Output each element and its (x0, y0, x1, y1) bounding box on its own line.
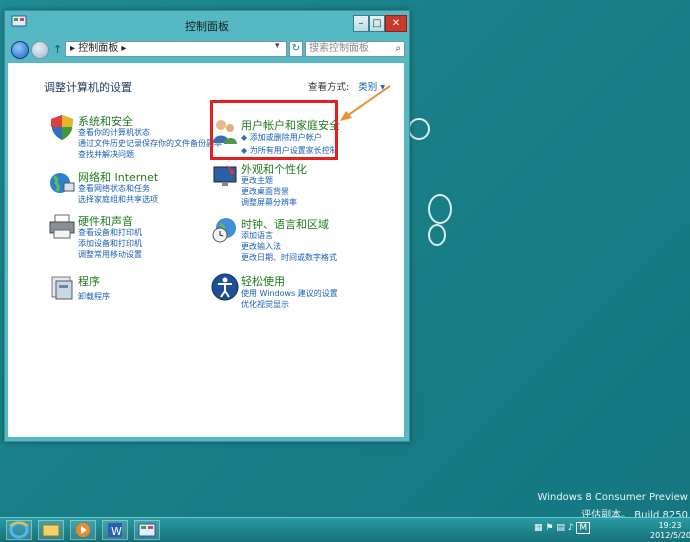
category-link[interactable]: 查看网络状态和任务 (78, 183, 150, 194)
flag-icon[interactable]: ⚑ (545, 523, 553, 533)
category-title[interactable]: 程序 (78, 273, 100, 289)
up-button[interactable]: ↑ (53, 43, 62, 56)
back-button[interactable] (11, 41, 29, 59)
shield-icon (51, 115, 73, 140)
address-field[interactable]: ▸ 控制面板 ▸ (65, 41, 287, 57)
category-network-internet: 网络和 Internet 查看网络状态和任务 选择家庭组和共享选项 (48, 169, 208, 209)
maximize-button[interactable]: □ (369, 15, 385, 32)
close-button[interactable]: ✕ (385, 15, 407, 32)
category-link[interactable]: 添加语言 (241, 230, 273, 241)
search-placeholder: 搜索控制面板 (309, 43, 369, 54)
annotation-arrow (340, 85, 391, 121)
accessibility-icon (211, 273, 239, 301)
network-icon[interactable]: ▤ (556, 523, 565, 533)
search-input[interactable]: 搜索控制面板 ⌕ (305, 41, 405, 57)
clock-globe-icon (212, 218, 236, 243)
category-title[interactable]: 轻松使用 (241, 273, 285, 289)
breadcrumb: ▸ 控制面板 ▸ (70, 43, 127, 54)
internet-explorer-icon[interactable] (6, 520, 32, 540)
printer-icon (49, 214, 75, 239)
taskbar: W ▦ ⚑ ▤ ♪ M 19:23 2012/5/20 (0, 517, 690, 542)
category-link[interactable]: 更改桌面背景 (241, 186, 289, 197)
category-link[interactable]: 查找并解决问题 (78, 149, 134, 160)
category-link[interactable]: 更改主题 (241, 175, 273, 186)
category-link[interactable]: 查看你的计算机状态 (78, 127, 150, 138)
category-programs: 程序 卸载程序 (48, 273, 208, 307)
programs-icon (51, 276, 73, 300)
system-tray: ▦ ⚑ ▤ ♪ M (534, 522, 591, 534)
category-link[interactable]: 使用 Windows 建议的设置 (241, 288, 338, 299)
category-appearance: 外观和个性化 更改主题 更改桌面背景 调整屏幕分辨率 (211, 161, 351, 211)
minimize-button[interactable]: – (353, 15, 369, 32)
category-link[interactable]: 卸载程序 (78, 291, 110, 302)
input-language-indicator[interactable]: M (576, 522, 591, 534)
category-link[interactable]: 优化视觉显示 (241, 299, 289, 310)
category-link[interactable]: 添加设备和打印机 (78, 238, 142, 249)
category-link[interactable]: 通过文件历史记录保存你的文件备份副本 (78, 138, 222, 149)
category-link[interactable]: 查看设备和打印机 (78, 227, 142, 238)
window-title: 控制面板 (185, 20, 229, 33)
file-explorer-icon[interactable] (38, 520, 64, 540)
forward-button[interactable] (31, 41, 49, 59)
keyboard-icon[interactable]: ▦ (534, 523, 543, 533)
clock-time: 19:23 (658, 521, 682, 530)
address-bar: ↑ ▸ 控制面板 ▸ ▾ ↻ 搜索控制面板 ⌕ (5, 37, 409, 61)
category-ease-of-access: 轻松使用 使用 Windows 建议的设置 优化视觉显示 (211, 273, 371, 313)
category-hardware-sound: 硬件和声音 查看设备和打印机 添加设备和打印机 调整常用移动设置 (48, 213, 208, 265)
category-clock-language-region: 时钟、语言和区域 添加语言 更改输入法 更改日期、时间或数字格式 (211, 216, 351, 266)
control-panel-window: 控制面板 – □ ✕ ↑ ▸ 控制面板 ▸ ▾ ↻ 搜索控制面板 ⌕ 调整计算机… (4, 10, 410, 442)
refresh-button[interactable]: ↻ (289, 41, 303, 57)
desktop-circle (408, 118, 430, 140)
category-link[interactable]: 调整常用移动设置 (78, 249, 142, 260)
desktop-circle (428, 224, 446, 246)
word-icon[interactable]: W (102, 520, 128, 540)
search-icon[interactable]: ⌕ (395, 42, 401, 56)
category-system-security: 系统和安全 查看你的计算机状态 通过文件历史记录保存你的文件备份副本 查找并解决… (48, 113, 222, 165)
category-link[interactable]: 更改输入法 (241, 241, 281, 252)
category-link[interactable]: 调整屏幕分辨率 (241, 197, 297, 208)
title-bar[interactable]: 控制面板 – □ ✕ (5, 11, 409, 37)
media-player-icon[interactable] (70, 520, 96, 540)
annotation-highlight-box (210, 100, 338, 160)
category-link[interactable]: 选择家庭组和共享选项 (78, 194, 158, 205)
globe-network-icon (50, 173, 75, 193)
desktop-circle (428, 194, 452, 224)
control-panel-taskbar-icon[interactable] (134, 520, 160, 540)
watermark-line1: Windows 8 Consumer Preview (537, 492, 688, 503)
page-title: 调整计算机的设置 (44, 81, 132, 94)
monitor-paint-icon (213, 165, 237, 186)
address-dropdown[interactable]: ▾ (275, 41, 280, 51)
clock[interactable]: 19:23 2012/5/20 (650, 521, 690, 541)
volume-icon[interactable]: ♪ (568, 523, 574, 533)
svg-text:W: W (111, 525, 122, 538)
category-link[interactable]: 更改日期、时间或数字格式 (241, 252, 337, 263)
clock-date: 2012/5/20 (650, 531, 690, 540)
